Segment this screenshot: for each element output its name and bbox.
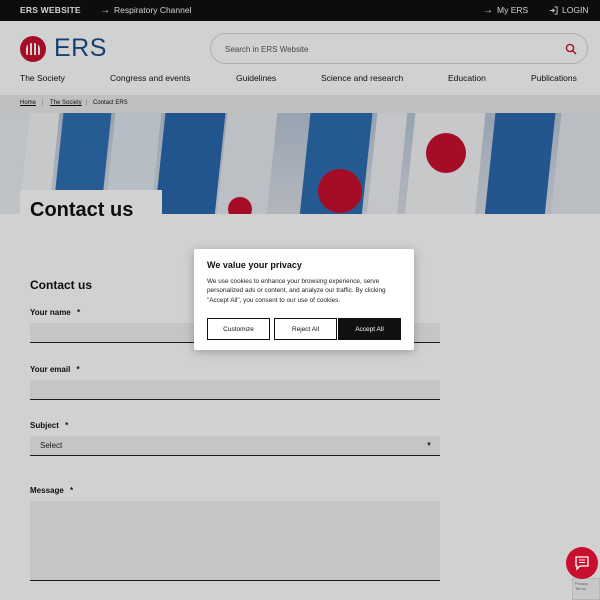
cookie-description: We use cookies to enhance your browsing … [207,278,386,304]
reject-all-button[interactable]: Reject All [274,318,337,340]
chat-icon [575,556,589,571]
chat-button[interactable] [566,547,598,579]
accept-all-button[interactable]: Accept All [338,318,401,340]
cookie-consent-dialog: We value your privacy We use cookies to … [194,249,414,350]
cookie-title: We value your privacy [207,260,302,270]
customize-button[interactable]: Customize [207,318,270,340]
